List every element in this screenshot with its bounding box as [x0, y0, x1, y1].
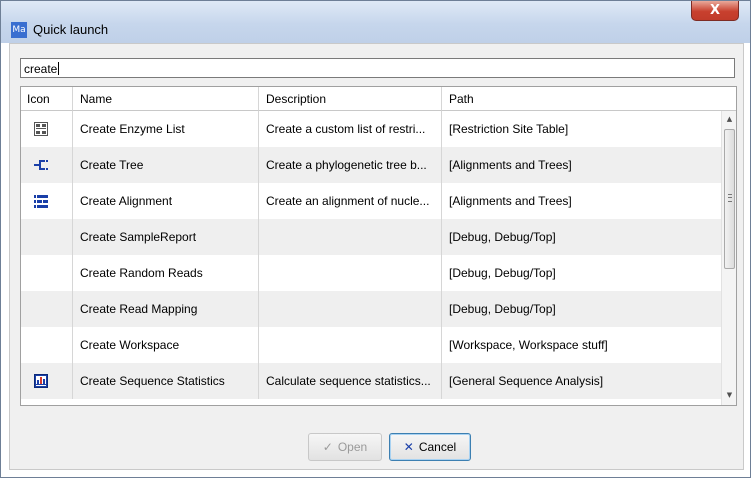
description-cell	[259, 219, 442, 255]
tree-icon	[34, 160, 48, 170]
cancel-button-label: Cancel	[418, 440, 457, 454]
path-cell: [Debug, Debug/Top]	[449, 266, 556, 280]
name-cell: Create SampleReport	[73, 219, 259, 255]
table-row[interactable]: Create Enzyme List Create a custom list …	[21, 111, 721, 147]
icon-cell	[21, 363, 73, 399]
table-header-corner	[721, 87, 736, 111]
open-button-label: Open	[337, 440, 368, 454]
name-cell: Create Read Mapping	[73, 291, 259, 327]
name-cell: Create Random Reads	[73, 255, 259, 291]
title-bar[interactable]: Ma Quick launch X	[1, 1, 750, 43]
app-logo-icon: Ma	[11, 22, 27, 38]
icon-cell	[21, 291, 73, 327]
path-cell: [Debug, Debug/Top]	[449, 230, 556, 244]
column-header-path[interactable]: Path	[442, 87, 721, 111]
scrollbar-thumb[interactable]	[724, 129, 735, 269]
search-input[interactable]: create	[20, 58, 735, 78]
name-cell: Create Sequence Statistics	[73, 363, 259, 399]
close-button[interactable]: X	[691, 1, 739, 21]
description-cell	[259, 291, 442, 327]
path-cell: [General Sequence Analysis]	[449, 374, 604, 388]
sequence-statistics-icon	[34, 374, 48, 388]
close-icon: X	[709, 3, 721, 18]
enzyme-list-icon	[34, 122, 48, 136]
name-cell: Create Enzyme List	[73, 111, 259, 147]
description-cell: Create a phylogenetic tree b...	[259, 147, 442, 183]
scroll-down-arrow-icon[interactable]: ▼	[722, 391, 736, 399]
column-header-icon[interactable]: Icon	[21, 87, 73, 111]
table-row[interactable]: Create Alignment Create an alignment of …	[21, 183, 721, 219]
description-cell	[259, 327, 442, 363]
table-row[interactable]: Create Random Reads [Debug, Debug/Top]	[21, 255, 721, 291]
path-cell: [Restriction Site Table]	[449, 122, 569, 136]
icon-cell	[21, 219, 73, 255]
table-row[interactable]: Create Tree Create a phylogenetic tree b…	[21, 147, 721, 183]
scroll-up-arrow-icon[interactable]: ▲	[722, 115, 736, 123]
name-cell: Create Workspace	[73, 327, 259, 363]
description-cell: Create an alignment of nucle...	[259, 183, 442, 219]
icon-cell	[21, 255, 73, 291]
alignment-icon	[34, 195, 48, 208]
window-title: Quick launch	[33, 22, 109, 37]
description-cell: Calculate sequence statistics...	[259, 363, 442, 399]
icon-cell	[21, 147, 73, 183]
path-cell: [Alignments and Trees]	[449, 158, 572, 172]
table-header: Icon Name Description Path	[21, 87, 721, 111]
vertical-scrollbar[interactable]: ▲ ▼	[721, 111, 736, 405]
checkmark-icon: ✓	[322, 440, 333, 454]
x-icon: ✕	[403, 440, 414, 454]
icon-cell	[21, 183, 73, 219]
path-cell: [Alignments and Trees]	[449, 194, 572, 208]
icon-cell	[21, 111, 73, 147]
table-row[interactable]: Create Read Mapping [Debug, Debug/Top]	[21, 291, 721, 327]
description-cell	[259, 255, 442, 291]
scrollbar-grip-icon	[728, 194, 732, 202]
name-cell: Create Tree	[73, 147, 259, 183]
path-cell: [Workspace, Workspace stuff]	[449, 338, 608, 352]
results-table: Icon Name Description Path Create Enzyme…	[20, 86, 737, 406]
cancel-button[interactable]: ✕ Cancel	[389, 433, 471, 461]
table-row[interactable]: Create SampleReport [Debug, Debug/Top]	[21, 219, 721, 255]
icon-cell	[21, 327, 73, 363]
column-header-name[interactable]: Name	[73, 87, 259, 111]
description-cell: Create a custom list of restri...	[259, 111, 442, 147]
table-row[interactable]: Create Sequence Statistics Calculate seq…	[21, 363, 721, 399]
open-button[interactable]: ✓ Open	[308, 433, 382, 461]
path-cell: [Debug, Debug/Top]	[449, 302, 556, 316]
text-caret	[58, 62, 60, 75]
search-input-value: create	[24, 62, 58, 76]
column-header-description[interactable]: Description	[259, 87, 442, 111]
name-cell: Create Alignment	[73, 183, 259, 219]
table-row[interactable]: Create Workspace [Workspace, Workspace s…	[21, 327, 721, 363]
